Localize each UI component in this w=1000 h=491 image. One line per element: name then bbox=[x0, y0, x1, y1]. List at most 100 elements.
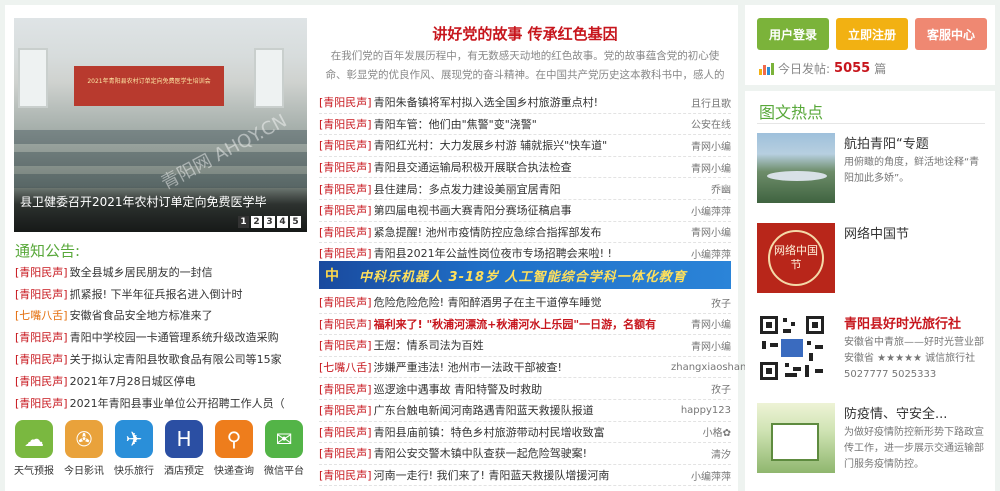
news-title-link[interactable]: 青阳县2021年公益性岗位夜市专场招聘会来啦! ! bbox=[374, 245, 671, 261]
news-title-link[interactable]: 青阳红光村：大力发展乡村游 辅就振兴"快车道" bbox=[374, 137, 671, 153]
app-shortcut[interactable]: ⚲ 快递查询 bbox=[213, 420, 255, 477]
notice-title-link[interactable]: 安徽省食品安全地方标准来了 bbox=[70, 307, 213, 323]
hotspot-item[interactable]: 网络中国节 网络中国节 bbox=[757, 223, 989, 295]
news-author[interactable]: 青网小编 bbox=[671, 160, 731, 175]
app-label[interactable]: 快乐旅行 bbox=[113, 462, 155, 477]
app-label[interactable]: 快递查询 bbox=[213, 462, 255, 477]
hotel-icon[interactable]: H bbox=[165, 420, 203, 458]
news-author[interactable]: 小编萍萍 bbox=[671, 468, 731, 483]
news-title-link[interactable]: 巡逻途中遇事故 青阳特警及时救助 bbox=[374, 381, 671, 397]
hotspot-item[interactable]: 防疫情、守安全... 为做好疫情防控新形势下路政宣传工作，进一步展示交通运输部门… bbox=[757, 403, 989, 475]
news-author[interactable]: 青网小编 bbox=[671, 224, 731, 239]
news-category-tag[interactable]: [青阳民声] bbox=[319, 159, 372, 175]
news-author[interactable]: 孜子 bbox=[671, 381, 731, 396]
news-title-link[interactable]: 青阳县庙前镇：特色乡村旅游带动村民增收致富 bbox=[374, 424, 671, 440]
news-category-tag[interactable]: [青阳民声] bbox=[319, 245, 372, 261]
slide-page-button[interactable]: 5 bbox=[290, 216, 301, 228]
search-icon[interactable]: ⚲ bbox=[215, 420, 253, 458]
news-item[interactable]: [青阳民声] 巡逻途中遇事故 青阳特警及时救助 孜子 bbox=[319, 378, 731, 400]
hotspot-title[interactable]: 网络中国节 bbox=[844, 223, 909, 242]
news-item[interactable]: [青阳民声] 福利来了! "秋浦河漂流+秋浦河水上乐园"一日游，名额有 青网小编 bbox=[319, 314, 731, 336]
news-item[interactable]: [青阳民声] 县住建局：多点发力建设美丽宜居青阳 乔幽 bbox=[319, 178, 731, 200]
news-item[interactable]: [青阳民声] 王煜：情系司法为百姓 青网小编 bbox=[319, 335, 731, 357]
news-author[interactable]: 青网小编 bbox=[671, 338, 731, 353]
news-item[interactable]: [七嘴八舌] 涉嫌严重违法! 池州市一法政干部被查! zhangxiaoshan bbox=[319, 357, 746, 379]
notice-title-link[interactable]: 关于拟认定青阳县牧歌食品有限公司等15家 bbox=[70, 351, 282, 367]
notice-title-link[interactable]: 青阳中学校园一卡通管理系统升级改造采购 bbox=[70, 329, 279, 345]
news-item[interactable]: [青阳民声] 危险危险危险! 青阳醉酒男子在主干道停车睡觉 孜子 bbox=[319, 292, 731, 314]
slide-page-button[interactable]: 2 bbox=[251, 216, 262, 228]
hotspot-title[interactable]: 防疫情、守安全... bbox=[844, 403, 947, 422]
news-author[interactable]: 小编萍萍 bbox=[671, 203, 731, 218]
news-title-link[interactable]: 广东台触电新闻河南路遇青阳蓝天救援队报道 bbox=[374, 402, 671, 418]
app-label[interactable]: 今日影讯 bbox=[63, 462, 105, 477]
news-author[interactable]: 孜子 bbox=[671, 295, 731, 310]
news-title-link[interactable]: 福利来了! "秋浦河漂流+秋浦河水上乐园"一日游，名额有 bbox=[374, 316, 671, 332]
news-category-tag[interactable]: [青阳民声] bbox=[319, 381, 372, 397]
login-button[interactable]: 用户登录 bbox=[757, 18, 829, 50]
news-category-tag[interactable]: [青阳民声] bbox=[319, 337, 372, 353]
ad-banner[interactable]: 中 中科乐机器人 3-18岁 人工智能综合学科一体化教育 bbox=[319, 261, 731, 289]
service-center-button[interactable]: 客服中心 bbox=[915, 18, 987, 50]
news-author[interactable]: 小编萍萍 bbox=[671, 246, 731, 261]
notice-item[interactable]: [青阳民声] 2021年青阳县事业单位公开招聘工作人员（ bbox=[15, 392, 309, 414]
notice-item[interactable]: [青阳民声] 2021年7月28日城区停电 bbox=[15, 370, 309, 392]
wechat-icon[interactable]: ✉ bbox=[265, 420, 303, 458]
register-button[interactable]: 立即注册 bbox=[836, 18, 908, 50]
news-category-tag[interactable]: [七嘴八舌] bbox=[319, 359, 372, 375]
news-author[interactable]: 青网小编 bbox=[671, 138, 731, 153]
notice-item[interactable]: [青阳民声] 抓紧报! 下半年征兵报名进入倒计时 bbox=[15, 283, 309, 305]
notice-title-link[interactable]: 2021年青阳县事业单位公开招聘工作人员（ bbox=[70, 395, 285, 411]
news-author[interactable]: 且行且歌 bbox=[671, 95, 731, 110]
news-item[interactable]: [青阳民声] 青阳红光村：大力发展乡村游 辅就振兴"快车道" 青网小编 bbox=[319, 135, 731, 157]
news-category-tag[interactable]: [青阳民声] bbox=[319, 94, 372, 110]
notice-category-tag[interactable]: [青阳民声] bbox=[15, 351, 68, 367]
notice-category-tag[interactable]: [青阳民声] bbox=[15, 329, 68, 345]
notice-title-link[interactable]: 2021年7月28日城区停电 bbox=[70, 373, 196, 389]
news-author[interactable]: happy123 bbox=[671, 405, 731, 416]
news-title-link[interactable]: 危险危险危险! 青阳醉酒男子在主干道停车睡觉 bbox=[374, 294, 671, 310]
notice-item[interactable]: [青阳民声] 青阳中学校园一卡通管理系统升级改造采购 bbox=[15, 326, 309, 348]
app-shortcut[interactable]: ✈ 快乐旅行 bbox=[113, 420, 155, 477]
notice-item[interactable]: [青阳民声] 致全县城乡居民朋友的一封信 bbox=[15, 261, 309, 283]
slide-page-button[interactable]: 4 bbox=[277, 216, 288, 228]
news-item[interactable]: [青阳民声] 青阳县庙前镇：特色乡村旅游带动村民增收致富 小格✿ bbox=[319, 422, 731, 444]
app-shortcut[interactable]: ✇ 今日影讯 bbox=[63, 420, 105, 477]
poster-thumbnail[interactable] bbox=[757, 403, 835, 473]
slide-page-button[interactable]: 1 bbox=[238, 216, 249, 228]
news-category-tag[interactable]: [青阳民声] bbox=[319, 294, 372, 310]
news-item[interactable]: [青阳民声] 第四届电视书画大赛青阳分赛场征稿启事 小编萍萍 bbox=[319, 200, 731, 222]
weather-icon[interactable]: ☁ bbox=[15, 420, 53, 458]
hotspot-item[interactable]: 航拍青阳“专题 用俯瞰的角度，鲜活地诠释“青阳加此多娇”。 bbox=[757, 133, 989, 205]
notice-category-tag[interactable]: [七嘴八舌] bbox=[15, 307, 68, 323]
app-label[interactable]: 天气预报 bbox=[13, 462, 55, 477]
hotspot-title[interactable]: 青阳县好时光旅行社 bbox=[844, 313, 961, 332]
hotspot-title[interactable]: 航拍青阳“专题 bbox=[844, 133, 929, 152]
news-author[interactable]: 公安在线 bbox=[671, 116, 731, 131]
news-author[interactable]: 青网小编 bbox=[671, 316, 731, 331]
news-title-link[interactable]: 涉嫌严重违法! 池州市一法政干部被查! bbox=[374, 359, 671, 375]
news-item[interactable]: [青阳民声] 青阳车管：他们由"焦警"变"浇警" 公安在线 bbox=[319, 114, 731, 136]
news-item[interactable]: [青阳民声] 青阳县交通运输局积极开展联合执法检查 青网小编 bbox=[319, 157, 731, 179]
app-label[interactable]: 酒店预定 bbox=[163, 462, 205, 477]
news-title-link[interactable]: 青阳县交通运输局积极开展联合执法检查 bbox=[374, 159, 671, 175]
news-title-link[interactable]: 王煜：情系司法为百姓 bbox=[374, 337, 671, 353]
app-shortcut[interactable]: ✉ 微信平台 bbox=[263, 420, 305, 477]
news-category-tag[interactable]: [青阳民声] bbox=[319, 202, 372, 218]
news-item[interactable]: [青阳民声] 河南一走行! 我们来了! 青阳蓝天救援队增援河南 小编萍萍 bbox=[319, 465, 731, 487]
news-category-tag[interactable]: [青阳民声] bbox=[319, 224, 372, 240]
news-category-tag[interactable]: [青阳民声] bbox=[319, 402, 372, 418]
news-title-link[interactable]: 河南一走行! 我们来了! 青阳蓝天救援队增援河南 bbox=[374, 467, 671, 483]
aerial-photo-thumbnail[interactable] bbox=[757, 133, 835, 203]
slide-page-button[interactable]: 3 bbox=[264, 216, 275, 228]
news-item[interactable]: [青阳民声] 广东台触电新闻河南路遇青阳蓝天救援队报道 happy123 bbox=[319, 400, 731, 422]
slide-caption[interactable]: 县卫健委召开2021年农村订单定向免费医学毕 bbox=[20, 193, 267, 210]
app-shortcut[interactable]: H 酒店预定 bbox=[163, 420, 205, 477]
app-shortcut[interactable]: ☁ 天气预报 bbox=[13, 420, 55, 477]
news-title-link[interactable]: 紧急提醒! 池州市疫情防控应急综合指挥部发布 bbox=[374, 224, 671, 240]
notice-title-link[interactable]: 致全县城乡居民朋友的一封信 bbox=[70, 264, 213, 280]
news-category-tag[interactable]: [青阳民声] bbox=[319, 137, 372, 153]
news-item[interactable]: [青阳民声] 青阳朱备镇将军村拟入选全国乡村旅游重点村! 且行且歌 bbox=[319, 92, 731, 114]
travel-icon[interactable]: ✈ bbox=[115, 420, 153, 458]
notice-category-tag[interactable]: [青阳民声] bbox=[15, 264, 68, 280]
